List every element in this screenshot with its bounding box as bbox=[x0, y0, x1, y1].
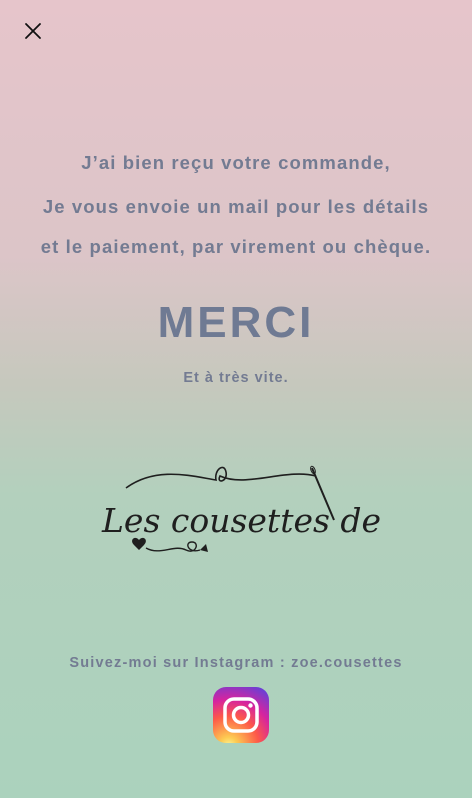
confirmation-line-3: et le paiement, par virement ou chèque. bbox=[40, 236, 432, 257]
instagram-follow-text: Suivez-moi sur Instagram : zoe.cousettes bbox=[69, 655, 403, 671]
merci-heading: MERCI bbox=[157, 298, 315, 347]
instagram-link[interactable] bbox=[213, 687, 269, 743]
close-button[interactable] bbox=[22, 20, 44, 42]
confirmation-line-1: J’ai bien reçu votre commande, bbox=[81, 152, 391, 173]
close-icon bbox=[25, 23, 41, 39]
closing-text: Et à très vite. bbox=[183, 370, 289, 386]
svg-text:Les cousettes de Zoé: Les cousettes de Zoé bbox=[101, 501, 382, 540]
instagram-icon bbox=[223, 697, 259, 733]
confirmation-line-2: Je vous envoie un mail pour les détails bbox=[42, 196, 430, 217]
brand-logo: Les cousettes de Zoé bbox=[96, 458, 454, 568]
